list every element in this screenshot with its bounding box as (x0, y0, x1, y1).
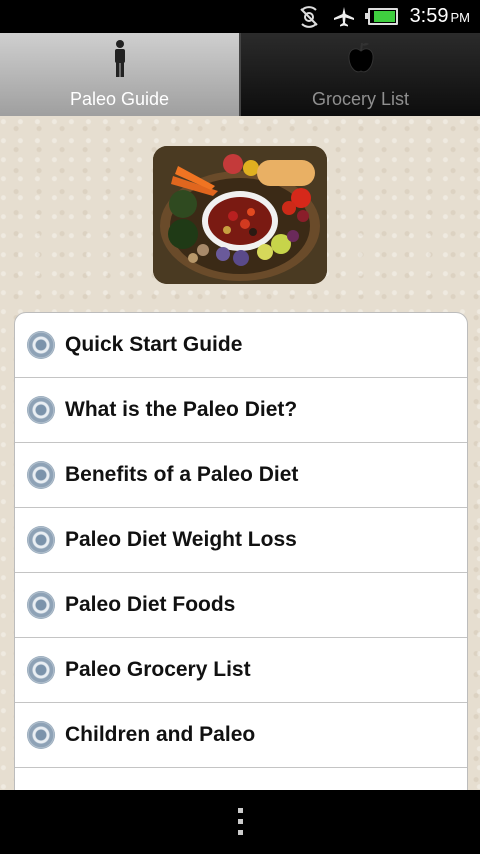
list-item[interactable]: Benefits of a Paleo Diet (15, 443, 467, 508)
target-bullet-icon (27, 591, 55, 619)
target-bullet-icon (27, 656, 55, 684)
tab-grocery-list[interactable]: Grocery List (241, 33, 480, 116)
bottom-bar (0, 790, 480, 854)
list-item-label: Children and Paleo (65, 723, 256, 746)
main-content: Quick Start Guide What is the Paleo Diet… (0, 116, 480, 814)
tab-label: Paleo Guide (69, 89, 170, 109)
list-item-label: What is the Paleo Diet? (65, 398, 298, 421)
list-item[interactable]: Paleo Diet Weight Loss (15, 508, 467, 573)
list-item[interactable]: Children and Paleo (15, 703, 467, 768)
battery-icon (364, 8, 398, 25)
list-item[interactable]: Paleo Grocery List (15, 638, 467, 703)
target-bullet-icon (27, 526, 55, 554)
status-bar: 3:59 PM (0, 0, 480, 33)
target-bullet-icon (27, 721, 55, 749)
airplane-icon (333, 6, 354, 26)
list-item-label: Paleo Grocery List (65, 658, 251, 681)
tab-bar: Paleo Guide Grocery List (0, 33, 480, 116)
menu-list: Quick Start Guide What is the Paleo Diet… (14, 312, 468, 814)
person-icon (114, 40, 125, 77)
list-item-label: Paleo Diet Weight Loss (65, 528, 297, 551)
apple-icon (347, 42, 374, 73)
vegetable-basket-image (153, 146, 327, 284)
list-item[interactable]: What is the Paleo Diet? (15, 378, 467, 443)
status-time: 3:59 PM (409, 5, 470, 27)
list-item-label: Quick Start Guide (65, 333, 243, 356)
list-item[interactable]: Quick Start Guide (15, 313, 467, 378)
list-item-label: Benefits of a Paleo Diet (65, 463, 299, 486)
target-bullet-icon (27, 396, 55, 424)
list-item[interactable]: Paleo Diet Foods (15, 573, 467, 638)
tab-paleo-guide[interactable]: Paleo Guide (0, 33, 241, 116)
tab-label: Grocery List (311, 89, 410, 109)
overflow-menu-icon[interactable] (236, 808, 244, 836)
status-icons: 3:59 PM (298, 0, 470, 33)
list-item-label: Paleo Diet Foods (65, 593, 236, 616)
hero-image (153, 146, 327, 284)
target-bullet-icon (27, 461, 55, 489)
target-bullet-icon (27, 331, 55, 359)
no-signal-icon (299, 5, 318, 28)
